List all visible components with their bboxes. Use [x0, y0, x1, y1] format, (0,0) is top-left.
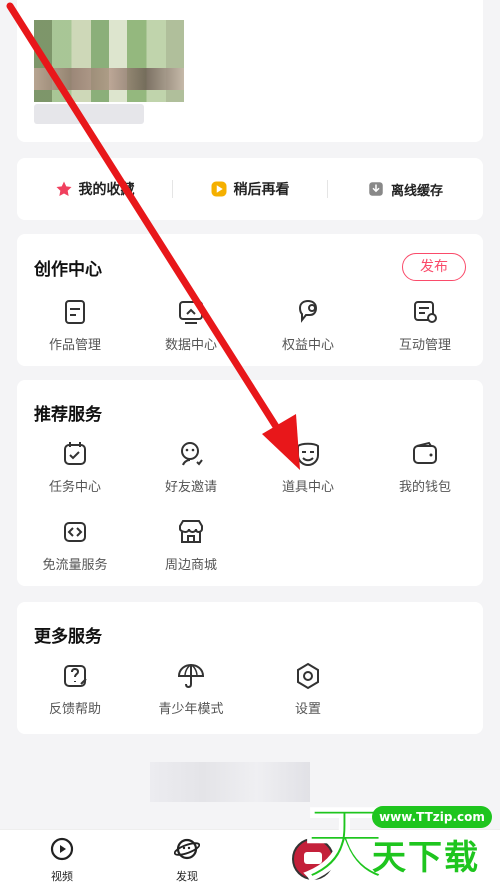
nav-video-label: 视频: [51, 870, 73, 883]
data-free-item[interactable]: 免流量服务: [17, 516, 133, 573]
data-free-icon: [64, 522, 86, 542]
works-icon: [65, 300, 85, 324]
settings-icon: [297, 662, 319, 690]
data-free-label: 免流量服务: [42, 558, 108, 573]
feedback-label: 反馈帮助: [48, 702, 101, 717]
watermark-text: 天下载: [372, 838, 480, 878]
interaction-icon: [414, 301, 437, 323]
data-center-item[interactable]: 数据中心: [133, 296, 249, 353]
recommended-services-card: 推荐服务 任务中心 好友邀请 道具中心 我的钱包 免流量服务 周边商城: [17, 380, 483, 586]
rights-center-item[interactable]: 权益中心: [250, 296, 366, 353]
shop-item[interactable]: 周边商城: [133, 516, 249, 573]
publish-button[interactable]: 发布: [402, 253, 466, 281]
nav-discover[interactable]: 发现: [157, 836, 217, 884]
task-center-item[interactable]: 任务中心: [17, 438, 133, 495]
blurred-content: [150, 762, 310, 802]
teen-mode-item[interactable]: 青少年模式: [133, 660, 249, 717]
rights-icon: [298, 299, 318, 323]
feedback-icon: [64, 665, 87, 687]
wallet-item[interactable]: 我的钱包: [367, 438, 483, 495]
watermark-url: www.TTzip.com: [372, 806, 492, 828]
nav-video[interactable]: 视频: [32, 836, 92, 884]
more-services-card: 更多服务 反馈帮助 青少年模式 设置: [17, 602, 483, 734]
favorites-label: 我的收藏: [78, 182, 135, 198]
discover-icon: [173, 838, 201, 860]
works-label: 作品管理: [48, 338, 101, 353]
creation-center-card: 创作中心 发布 作品管理 数据中心 权益中心 互动管理: [17, 234, 483, 366]
task-label: 任务中心: [48, 480, 101, 495]
task-icon: [64, 442, 86, 465]
wallet-icon: [413, 441, 437, 464]
settings-item[interactable]: 设置: [250, 660, 366, 717]
wallet-label: 我的钱包: [398, 480, 451, 495]
download-icon: [369, 182, 383, 196]
recommended-title: 推荐服务: [34, 405, 102, 425]
umbrella-icon: [177, 663, 205, 689]
profile-card[interactable]: [17, 0, 483, 142]
interaction-label: 互动管理: [398, 338, 451, 353]
rights-label: 权益中心: [281, 338, 334, 353]
nav-discover-label: 发现: [176, 870, 198, 883]
star-icon: [56, 181, 71, 196]
props-center-item[interactable]: 道具中心: [250, 438, 366, 495]
interaction-management-item[interactable]: 互动管理: [367, 296, 483, 353]
quick-access-bar: 我的收藏 稍后再看 离线缓存: [17, 158, 483, 220]
works-management-item[interactable]: 作品管理: [17, 296, 133, 353]
data-label: 数据中心: [164, 338, 217, 353]
more-title: 更多服务: [34, 627, 102, 647]
watch-later-label: 稍后再看: [233, 182, 290, 198]
settings-label: 设置: [294, 702, 321, 717]
shop-label: 周边商城: [164, 558, 217, 573]
props-icon: [297, 442, 319, 467]
video-icon: [50, 837, 74, 861]
teen-mode-label: 青少年模式: [158, 702, 224, 717]
shop-icon: [179, 520, 203, 543]
offline-cache-label: 离线缓存: [390, 183, 443, 199]
data-icon: [179, 301, 203, 324]
friend-invite-item[interactable]: 好友邀请: [133, 438, 249, 495]
play-later-icon: [211, 181, 226, 197]
invite-icon: [181, 442, 203, 466]
watch-later-button[interactable]: 稍后再看: [172, 158, 327, 220]
invite-label: 好友邀请: [164, 480, 217, 495]
favorites-button[interactable]: 我的收藏: [17, 158, 172, 220]
feedback-help-item[interactable]: 反馈帮助: [17, 660, 133, 717]
props-label: 道具中心: [281, 480, 334, 495]
username-blur: [34, 104, 144, 124]
offline-cache-button[interactable]: 离线缓存: [327, 158, 483, 220]
creation-title: 创作中心: [34, 260, 102, 280]
